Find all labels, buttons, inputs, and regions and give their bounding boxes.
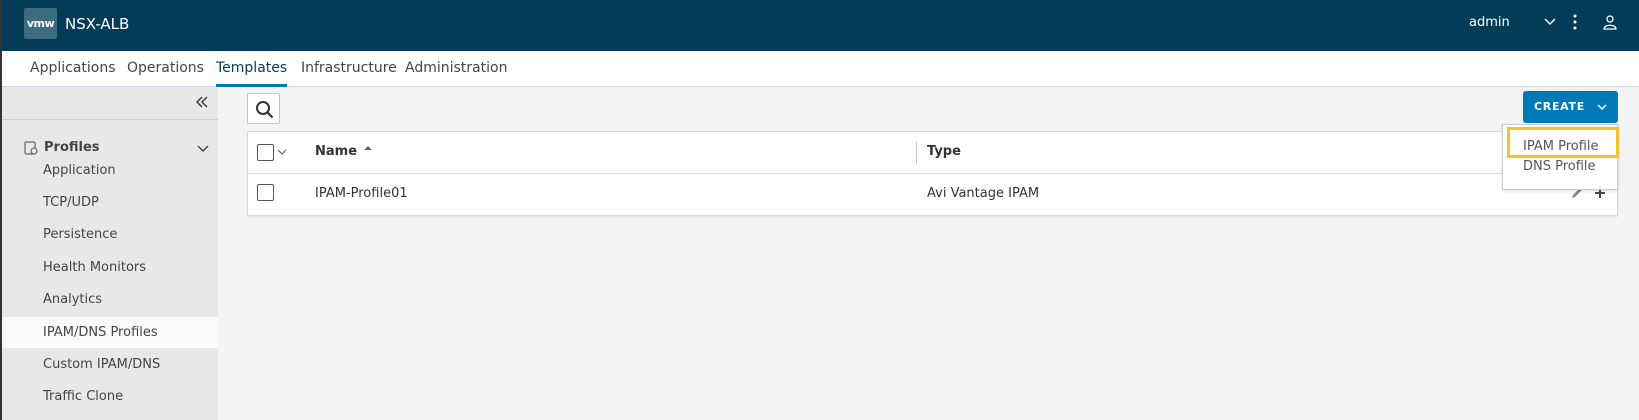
highlight-box	[1507, 127, 1619, 158]
profiles-table: Name Type IPAM-Profile01 Avi Vantage IPA…	[247, 131, 1618, 216]
create-button-label: CREATE	[1534, 100, 1585, 113]
sidebar-item-traffic-clone[interactable]: Traffic Clone	[2, 381, 218, 412]
chevron-down-icon[interactable]	[196, 142, 210, 156]
main-nav: Applications Operations Templates Infras…	[2, 51, 1639, 87]
chevron-down-icon[interactable]	[1542, 14, 1558, 30]
select-all-checkbox[interactable]	[257, 144, 274, 161]
sidebar-item-custom-ipam-dns[interactable]: Custom IPAM/DNS	[2, 349, 218, 380]
top-header: vmw NSX-ALB admin	[2, 0, 1639, 51]
column-header-type[interactable]: Type	[927, 144, 961, 159]
sidebar-item-application[interactable]: Application	[2, 155, 218, 186]
search-icon	[256, 101, 274, 119]
table-row[interactable]: IPAM-Profile01 Avi Vantage IPAM	[248, 174, 1617, 216]
column-header-name[interactable]: Name	[315, 144, 357, 159]
sidebar-item-tcp-udp[interactable]: TCP/UDP	[2, 187, 218, 218]
column-separator[interactable]	[916, 141, 917, 164]
create-button[interactable]: CREATE	[1523, 91, 1618, 123]
row-checkbox[interactable]	[257, 184, 274, 201]
tab-templates[interactable]: Templates	[216, 60, 288, 87]
sidebar-item-ipam-dns-profiles[interactable]: IPAM/DNS Profiles	[2, 317, 218, 348]
sidebar-item-analytics[interactable]: Analytics	[2, 284, 218, 315]
search-button[interactable]	[247, 93, 280, 124]
vmware-logo: vmw	[24, 8, 57, 39]
menu-item-dns-profile[interactable]: DNS Profile	[1523, 159, 1596, 174]
kebab-menu-icon[interactable]	[1570, 13, 1580, 31]
sidebar-divider	[2, 119, 218, 120]
tab-operations[interactable]: Operations	[127, 60, 204, 87]
profiles-icon	[24, 141, 38, 155]
collapse-double-chevron-icon[interactable]	[195, 95, 209, 109]
row-type: Avi Vantage IPAM	[927, 186, 1040, 201]
sidebar-section-label: Profiles	[44, 140, 100, 155]
tab-applications[interactable]: Applications	[30, 60, 116, 87]
chevron-down-icon	[1597, 104, 1607, 111]
chevron-down-icon[interactable]	[276, 146, 288, 158]
tab-administration[interactable]: Administration	[405, 60, 507, 87]
user-name[interactable]: admin	[1469, 15, 1510, 30]
row-name[interactable]: IPAM-Profile01	[315, 186, 408, 201]
app-name: NSX-ALB	[65, 15, 130, 33]
sidebar: Profiles Application TCP/UDP Persistence…	[2, 87, 218, 420]
sort-ascending-icon[interactable]	[363, 143, 373, 153]
tab-infrastructure[interactable]: Infrastructure	[301, 60, 397, 87]
sidebar-item-persistence[interactable]: Persistence	[2, 219, 218, 250]
sidebar-item-health-monitors[interactable]: Health Monitors	[2, 252, 218, 283]
user-icon[interactable]	[1602, 14, 1618, 30]
table-header: Name Type	[248, 132, 1617, 174]
